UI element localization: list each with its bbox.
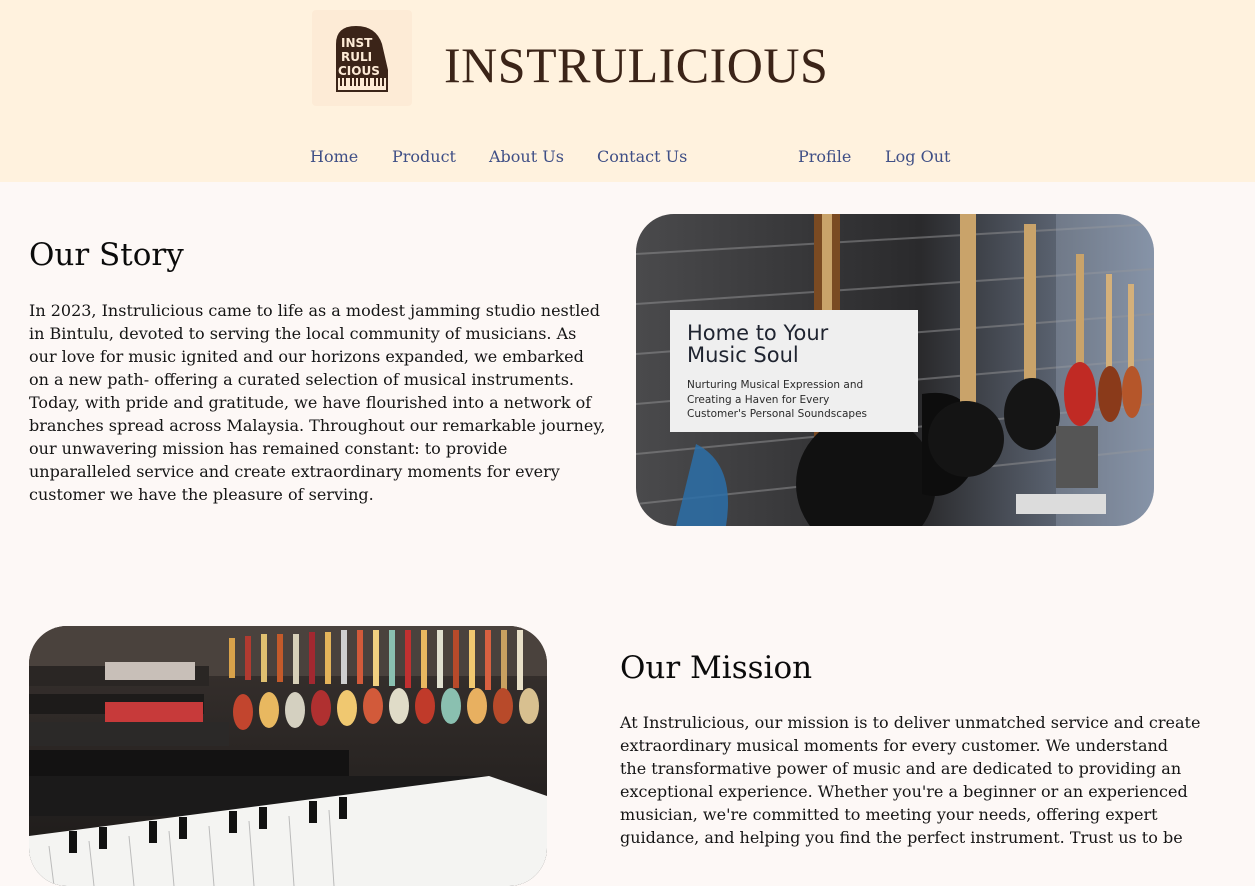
logo[interactable]: INST RULI CIOUS <box>312 10 412 106</box>
guitar-wall-image: Home to Your Music Soul Nurturing Musica… <box>636 214 1154 526</box>
svg-text:CIOUS: CIOUS <box>338 64 380 78</box>
nav-home[interactable]: Home <box>310 147 358 166</box>
story-title: Our Story <box>29 237 184 273</box>
site-header: INST RULI CIOUS INSTRULICIOUS Home Produ… <box>0 0 1255 182</box>
piano-logo-icon: INST RULI CIOUS <box>336 26 388 92</box>
svg-text:INST: INST <box>341 36 373 50</box>
nav-profile[interactable]: Profile <box>798 147 851 166</box>
nav-product[interactable]: Product <box>392 147 456 166</box>
mission-text: At Instrulicious, our mission is to deli… <box>620 713 1201 847</box>
caption-subtitle: Nurturing Musical Expression and Creatin… <box>687 379 868 420</box>
story-text: In 2023, Instrulicious came to life as a… <box>29 301 606 504</box>
brand-name: INSTRULICIOUS <box>444 37 829 93</box>
svg-text:RULI: RULI <box>341 50 372 64</box>
nav-about-us[interactable]: About Us <box>489 147 564 166</box>
caption-title: Home to Your Music Soul <box>687 321 829 367</box>
mission-title: Our Mission <box>620 650 813 686</box>
image-caption-card: Home to Your Music Soul Nurturing Musica… <box>670 310 918 432</box>
keyboard-store-image <box>29 626 547 886</box>
nav-contact-us[interactable]: Contact Us <box>597 147 687 166</box>
nav-log-out[interactable]: Log Out <box>885 147 950 166</box>
